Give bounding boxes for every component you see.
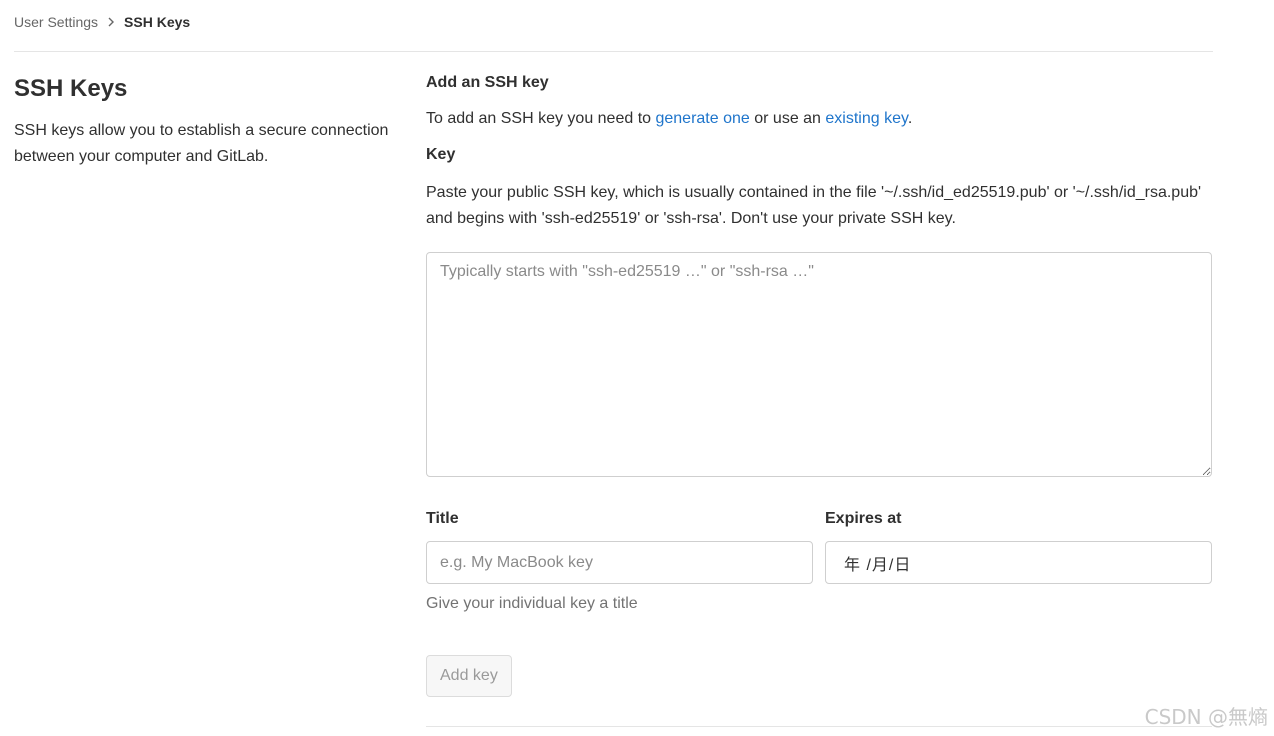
expires-label: Expires at xyxy=(825,510,902,527)
add-key-button[interactable]: Add key xyxy=(426,655,512,697)
form-bottom-divider xyxy=(426,726,1212,727)
watermark: CSDN @無熵 xyxy=(1144,705,1268,729)
existing-key-link[interactable]: existing key xyxy=(825,110,907,127)
settings-description: SSH Keys SSH keys allow you to establish… xyxy=(14,74,394,170)
title-expires-row: Title Give your individual key a title E… xyxy=(426,508,1212,615)
chevron-right-icon xyxy=(108,17,115,27)
page-title: SSH Keys xyxy=(14,75,128,102)
generate-one-link[interactable]: generate one xyxy=(655,110,749,127)
key-textarea[interactable] xyxy=(426,252,1212,477)
key-label: Key xyxy=(426,146,456,163)
form-heading: Add an SSH key xyxy=(426,74,549,91)
intro-text-middle: or use an xyxy=(749,110,826,127)
intro-text-suffix: . xyxy=(907,110,913,127)
header-divider xyxy=(14,51,1213,52)
breadcrumb: User Settings SSH Keys xyxy=(14,12,190,32)
expires-field-group: Expires at 年 /月/日 xyxy=(825,508,1212,615)
title-input[interactable] xyxy=(426,541,813,584)
title-field-group: Title Give your individual key a title xyxy=(426,508,813,615)
breadcrumb-ssh-keys: SSH Keys xyxy=(124,14,191,30)
expires-date-input[interactable]: 年 /月/日 xyxy=(825,541,1212,584)
intro-text: To add an SSH key you need to xyxy=(426,110,656,127)
page-description: SSH keys allow you to establish a secure… xyxy=(14,122,389,165)
breadcrumb-user-settings[interactable]: User Settings xyxy=(14,14,98,30)
add-ssh-key-form: Add an SSH key To add an SSH key you nee… xyxy=(426,72,1212,697)
key-help-text: Paste your public SSH key, which is usua… xyxy=(426,184,1202,227)
form-intro: To add an SSH key you need to generate o… xyxy=(426,108,1212,130)
title-label: Title xyxy=(426,510,459,527)
title-hint: Give your individual key a title xyxy=(426,595,638,612)
